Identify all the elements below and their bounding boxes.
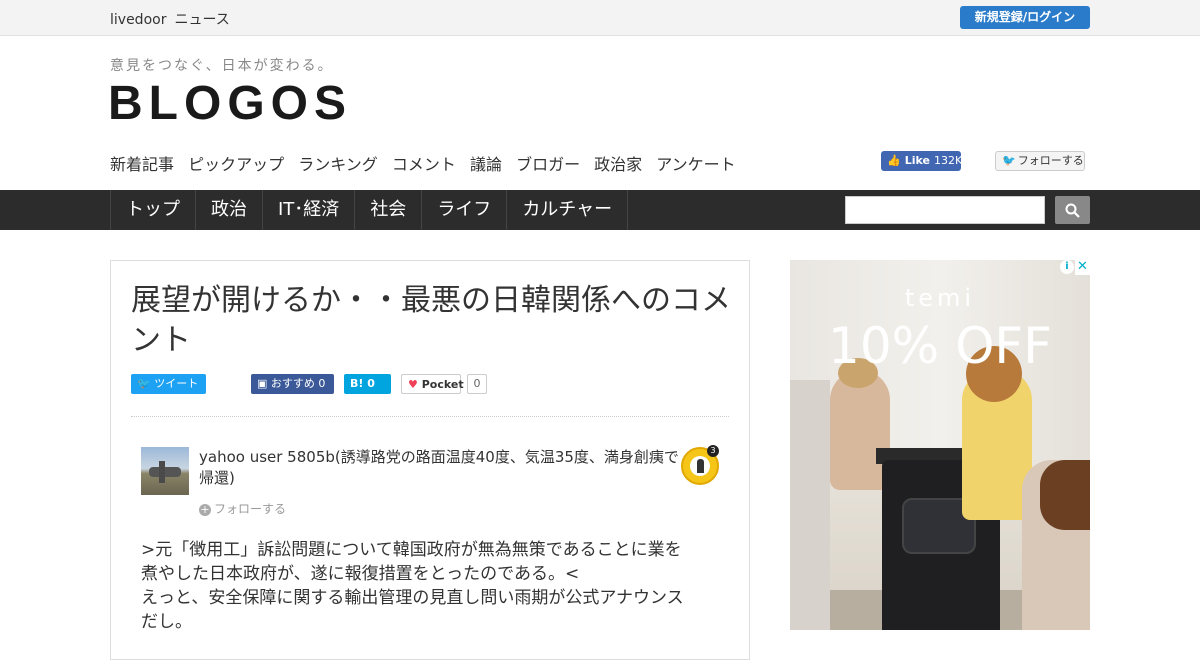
ad-brand: temi (904, 284, 976, 312)
follow-label: フォローする (214, 502, 287, 516)
tweet-label: ツイート (154, 377, 199, 390)
follow-author-button[interactable]: + フォローする (199, 500, 286, 517)
twitter-bird-icon: 🐦 (137, 377, 151, 390)
body-line: >元「徴用工」訴訟問題について韓国政府が無為無策であることに業を (141, 540, 682, 560)
ad-close-icon[interactable]: ✕ (1075, 260, 1090, 275)
body-line: だし。 (141, 612, 192, 632)
top-bar: livedoor ニュース 新規登録/ログイン (0, 0, 1200, 36)
sub-navigation: 新着記事 ピックアップ ランキング コメント 議論 ブロガー 政治家 アンケート (110, 151, 745, 175)
ad-offer: 10% OFF (828, 317, 1052, 375)
fb-recommend-label: おすすめ (270, 377, 315, 390)
subnav-debate[interactable]: 議論 (470, 155, 502, 174)
badge-count: 3 (707, 445, 719, 457)
pocket-icon: ♥ (408, 378, 418, 391)
body-line: えっと、安全保障に関する輸出管理の見直し問い雨期が公式アナウンス (141, 588, 684, 608)
thumbs-up-icon: 👍 (887, 154, 901, 167)
fb-recommend-count: 0 (318, 377, 326, 390)
twitter-follow-label: フォローする (1017, 154, 1084, 167)
pocket-button[interactable]: ♥ Pocket (401, 374, 464, 394)
nav-politics[interactable]: 政治 (196, 190, 263, 230)
hatena-count: 0 (367, 377, 375, 390)
site-brand[interactable]: livedoor ニュース (110, 9, 238, 29)
facebook-like-button[interactable]: 👍 Like 132K (881, 151, 963, 171)
airplane-icon (149, 467, 181, 477)
subnav-pickup[interactable]: ピックアップ (188, 155, 284, 174)
ad-person-right-hair (1040, 460, 1090, 530)
pocket-count: 0 (467, 374, 487, 394)
subnav-politicians[interactable]: 政治家 (594, 155, 642, 174)
fb-like-count: 132K (933, 154, 963, 167)
airplane-wing (159, 461, 165, 483)
ad-child-boy (830, 370, 890, 490)
subnav-ranking[interactable]: ランキング (298, 155, 378, 174)
nav-it-economy[interactable]: IT･経済 (263, 190, 356, 230)
subnav-comments[interactable]: コメント (392, 155, 456, 174)
search-input[interactable] (845, 196, 1045, 224)
blogos-logo[interactable]: BLOGOS (108, 78, 352, 130)
article-body: >元「徴用工」訴訟問題について韓国政府が無為無策であることに業を 煮やした日本政… (141, 538, 731, 634)
article-title: 展望が開けるか・・最悪の日韓関係へのコメント (131, 283, 731, 358)
plus-icon: + (199, 503, 211, 516)
hatena-bookmark-button[interactable]: B! 0 (344, 374, 391, 394)
pocket-label: Pocket (421, 378, 464, 391)
hatena-label: B! (350, 377, 364, 390)
body-line: 煮やした日本政府が、遂に報復措置をとったのである。< (141, 564, 580, 584)
nav-life[interactable]: ライフ (422, 190, 508, 230)
fb-like-label: Like (904, 154, 930, 167)
author-avatar[interactable] (141, 447, 189, 495)
site-tagline: 意見をつなぐ、日本が変わる。 (110, 58, 334, 74)
twitter-follow-button[interactable]: 🐦 フォローする (995, 151, 1085, 171)
nav-society[interactable]: 社会 (355, 190, 423, 230)
author-name[interactable]: yahoo user 5805b(誘導路党の路面温度40度、気温35度、満身創痍… (199, 447, 679, 489)
person-icon (697, 459, 704, 473)
subnav-survey[interactable]: アンケート (656, 155, 735, 174)
facebook-icon: ▣ (257, 377, 268, 390)
brand-news[interactable]: ニュース (174, 12, 229, 28)
author-badge[interactable]: 3 (681, 445, 719, 485)
ad-person-left (790, 380, 830, 630)
tweet-button[interactable]: 🐦 ツイート (131, 374, 206, 394)
share-bar: 🐦 ツイート ▣ おすすめ 0 B! 0 ♥ Pocket 0 (131, 374, 731, 394)
subnav-new-articles[interactable]: 新着記事 (110, 155, 174, 174)
brand-livedoor[interactable]: livedoor (110, 12, 166, 28)
divider (131, 416, 729, 417)
ad-info-icon[interactable]: i (1060, 260, 1074, 274)
facebook-recommend-button[interactable]: ▣ おすすめ 0 (251, 374, 334, 394)
signup-login-button[interactable]: 新規登録/ログイン (960, 6, 1090, 29)
search-button[interactable] (1055, 196, 1090, 224)
advertisement[interactable]: temi 10% OFF i ✕ (790, 260, 1090, 630)
article-card: 展望が開けるか・・最悪の日韓関係へのコメント 🐦 ツイート ▣ おすすめ 0 B… (110, 260, 750, 660)
search-icon (1065, 203, 1080, 218)
nav-top[interactable]: トップ (111, 190, 196, 230)
twitter-bird-icon: 🐦 (1002, 154, 1016, 167)
nav-culture[interactable]: カルチャー (507, 190, 629, 230)
subnav-bloggers[interactable]: ブロガー (516, 155, 580, 174)
